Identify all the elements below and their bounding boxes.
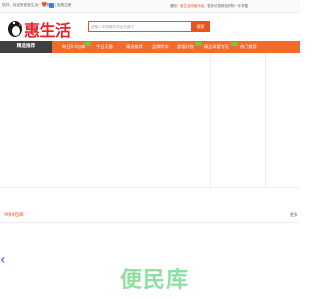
- site-logo[interactable]: 惠生活: [6, 16, 71, 40]
- nav-item-hot[interactable]: 热门推荐: [240, 41, 257, 53]
- nav-new-tag: [84, 42, 91, 46]
- banner-area: [0, 53, 300, 188]
- banner-divider: [265, 53, 266, 187]
- nav-new-tag: [231, 42, 238, 46]
- arrow-left-icon[interactable]: ‹: [0, 252, 10, 268]
- top-bar: 您好，欢迎来到惠生活！ 请登录 | 免费注册 ♥ 通知：惠生活改版升级，更多优惠…: [0, 0, 300, 13]
- notice-highlight[interactable]: 惠生活改版升级: [180, 4, 204, 8]
- nav-item-baby[interactable]: 精品母婴专区: [204, 41, 229, 53]
- nav-home[interactable]: 精选推荐: [0, 41, 52, 53]
- nav-item-brand[interactable]: 品牌特卖: [152, 41, 169, 53]
- share-icon[interactable]: [49, 3, 54, 8]
- notice-prefix: 通知：: [170, 4, 181, 8]
- favorite-icon[interactable]: ♥: [41, 2, 48, 9]
- logo-text: 惠生活: [24, 21, 71, 40]
- nav-item-featured[interactable]: 精选推荐: [126, 41, 143, 53]
- notice-rest: ，更多优惠精选好物一手掌握: [203, 4, 248, 8]
- watermark-text: 便民库: [120, 268, 190, 293]
- section-title[interactable]: 9块9包邮: [4, 212, 24, 218]
- notice-text: 通知：惠生活改版升级，更多优惠精选好物一手掌握: [170, 3, 248, 8]
- section-more-link[interactable]: 更多: [290, 212, 298, 218]
- nav-item-value[interactable]: 超值好物: [177, 41, 194, 53]
- search-box: 搜索: [88, 21, 210, 32]
- main-nav: 精选推荐 每日9.9包邮 今日天猫 精选推荐 品牌特卖 超值好物 精品母婴专区 …: [0, 41, 300, 53]
- section-divider: [0, 222, 300, 223]
- nav-item-99[interactable]: 每日9.9包邮: [62, 41, 85, 53]
- welcome-text: 您好，欢迎来到惠生活！ 请登录 | 免费注册: [2, 3, 72, 7]
- search-button[interactable]: 搜索: [191, 21, 210, 32]
- bird-logo-icon: [8, 21, 23, 37]
- search-input[interactable]: [91, 23, 190, 31]
- nav-new-tag: [195, 42, 202, 46]
- header: 惠生活 搜索: [0, 13, 300, 41]
- banner-divider: [210, 53, 211, 187]
- nav-item-tmall[interactable]: 今日天猫: [96, 41, 113, 53]
